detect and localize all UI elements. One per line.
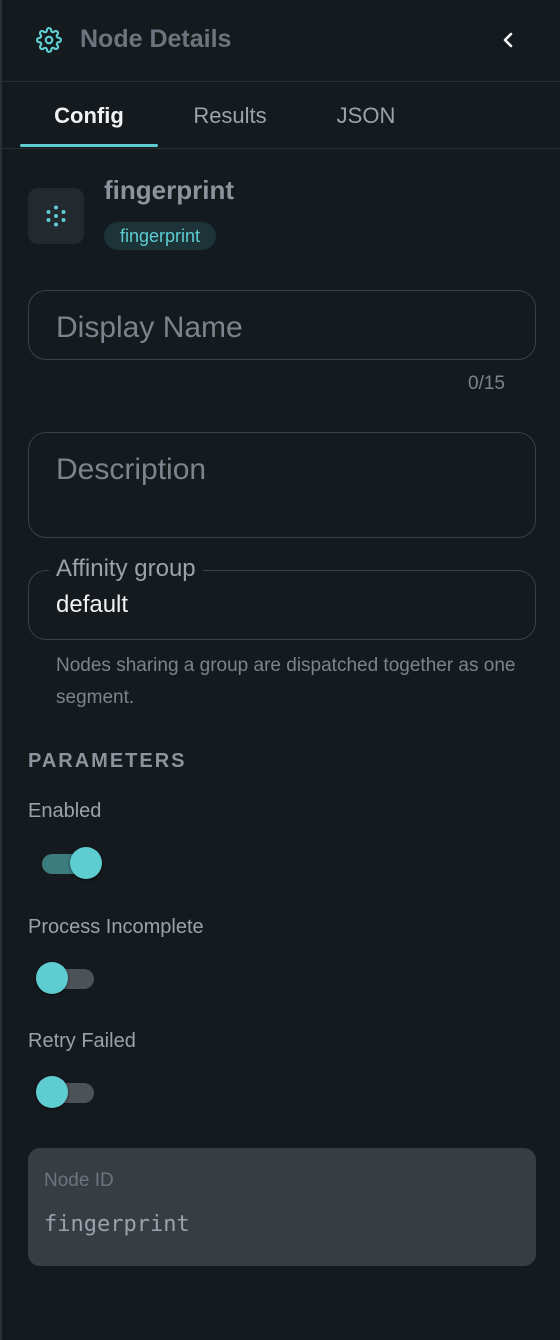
param-label-process-incomplete: Process Incomplete: [28, 916, 204, 938]
tab-results[interactable]: Results: [162, 82, 298, 149]
node-type-badge: fingerprint: [104, 222, 217, 250]
parameters-heading: PARAMETERS: [28, 750, 187, 772]
param-label-retry-failed: Retry Failed: [28, 1030, 136, 1052]
panel-header: Node Details: [2, 0, 560, 82]
fingerprint-dots-icon: [28, 188, 84, 244]
affinity-group-label: Affinity group: [49, 555, 203, 583]
panel-title: Node Details: [80, 25, 232, 53]
chevron-left-icon[interactable]: [496, 28, 520, 52]
gear-icon: [36, 27, 62, 53]
enabled-toggle[interactable]: [36, 846, 102, 880]
tab-json[interactable]: JSON: [302, 82, 430, 149]
description-placeholder: Description: [56, 453, 207, 486]
affinity-group-helper: Nodes sharing a group are dispatched tog…: [56, 655, 516, 708]
node-details-panel: Node Details Config Results JSON fingerp…: [0, 0, 560, 1340]
affinity-group-value: default: [56, 591, 129, 618]
display-name-counter: 0/15: [468, 373, 505, 394]
retry-failed-toggle[interactable]: [36, 1075, 102, 1109]
active-tab-indicator: [20, 144, 158, 147]
toggle-knob: [70, 847, 102, 879]
node-id-value: fingerprint: [44, 1212, 190, 1237]
toggle-knob: [36, 962, 68, 994]
description-field[interactable]: Description: [28, 432, 536, 538]
process-incomplete-toggle[interactable]: [36, 961, 102, 995]
toggle-knob: [36, 1076, 68, 1108]
display-name-field[interactable]: Display Name: [28, 290, 536, 360]
node-id-box: Node ID fingerprint: [28, 1148, 536, 1266]
tab-config[interactable]: Config: [20, 82, 158, 149]
display-name-placeholder: Display Name: [56, 311, 243, 344]
tab-bar: Config Results JSON: [2, 82, 560, 149]
param-label-enabled: Enabled: [28, 800, 102, 822]
affinity-group-field[interactable]: Affinity group default: [28, 555, 536, 640]
node-name: fingerprint: [104, 175, 234, 205]
node-id-label: Node ID: [44, 1170, 114, 1191]
